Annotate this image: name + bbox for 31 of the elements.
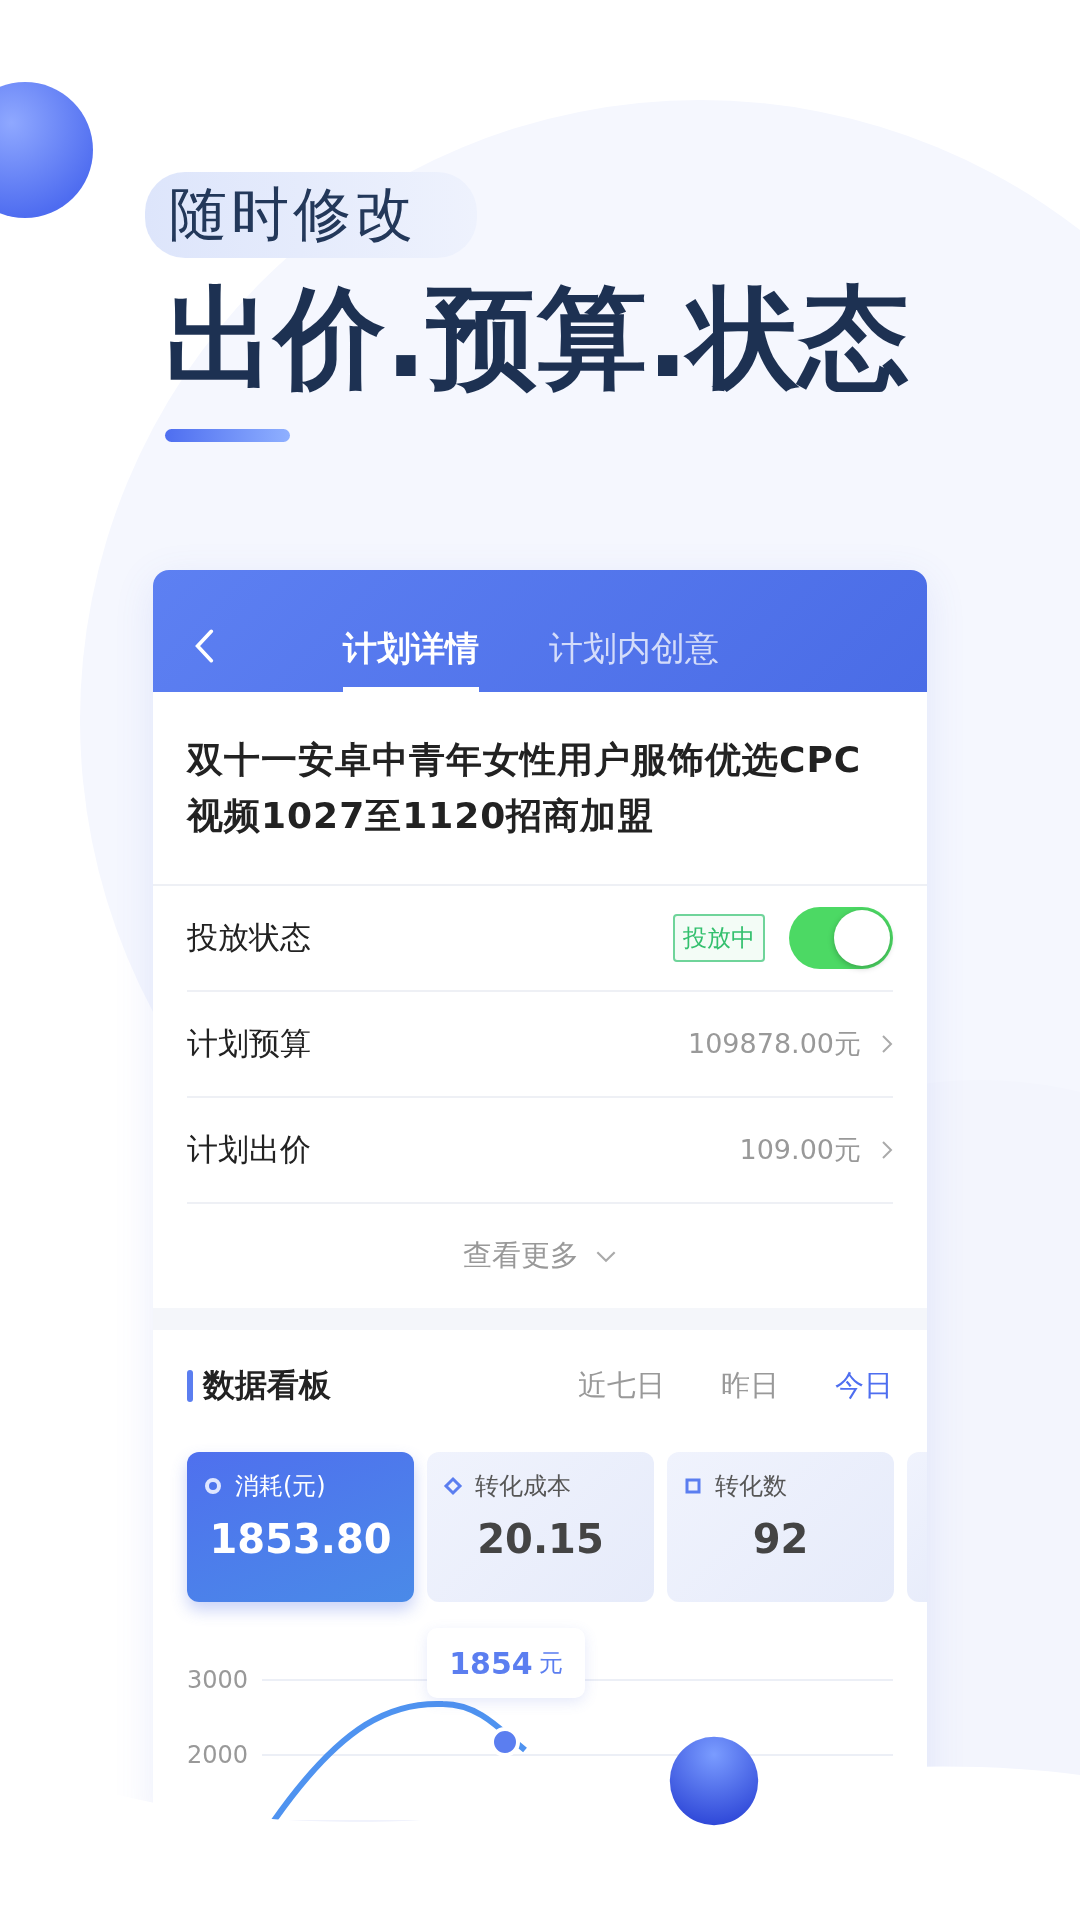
period-tab[interactable]: 昨日 — [721, 1366, 779, 1406]
metric-card[interactable]: 转化数 92 — [667, 1452, 894, 1602]
plan-title: 双十一安卓中青年女性用户服饰优选CPC视频1027至1120招商加盟 — [153, 692, 927, 886]
section-marker — [187, 1370, 193, 1402]
row-label: 计划预算 — [187, 1024, 312, 1063]
section-title: 数据看板 — [203, 1365, 332, 1406]
circle-icon — [203, 1476, 223, 1496]
back-icon[interactable] — [193, 627, 215, 665]
period-tab[interactable]: 今日 — [835, 1366, 893, 1406]
chevron-right-icon[interactable] — [881, 1034, 893, 1054]
row-value: 109878.00元 — [688, 1027, 861, 1061]
diamond-icon — [443, 1476, 463, 1496]
headline: 出价.预算.状态 — [165, 278, 910, 399]
headline-tag: 随时修改 — [145, 172, 477, 258]
axis-label: 2000 — [187, 1740, 250, 1769]
tooltip: 1854 元 — [427, 1628, 585, 1698]
tab[interactable]: 计划详情 — [343, 570, 479, 692]
toggle-switch[interactable] — [789, 907, 893, 969]
row-value: 109.00元 — [739, 1133, 861, 1167]
row-label: 计划出价 — [187, 1130, 312, 1169]
period-tab[interactable]: 近七日 — [578, 1366, 665, 1406]
row-label: 投放状态 — [187, 918, 312, 957]
status-badge: 投放中 — [673, 914, 765, 962]
chevron-right-icon[interactable] — [881, 1140, 893, 1160]
tab[interactable]: 计划内创意 — [549, 570, 719, 692]
show-more-button[interactable]: 查看更多 — [153, 1204, 927, 1308]
square-icon — [683, 1476, 703, 1496]
chevron-down-icon — [595, 1249, 617, 1263]
axis-label: 3000 — [187, 1665, 250, 1694]
metric-card[interactable]: 消耗(元) 1853.80 — [187, 1452, 414, 1602]
metric-card[interactable]: 转化成本 20.15 — [427, 1452, 654, 1602]
